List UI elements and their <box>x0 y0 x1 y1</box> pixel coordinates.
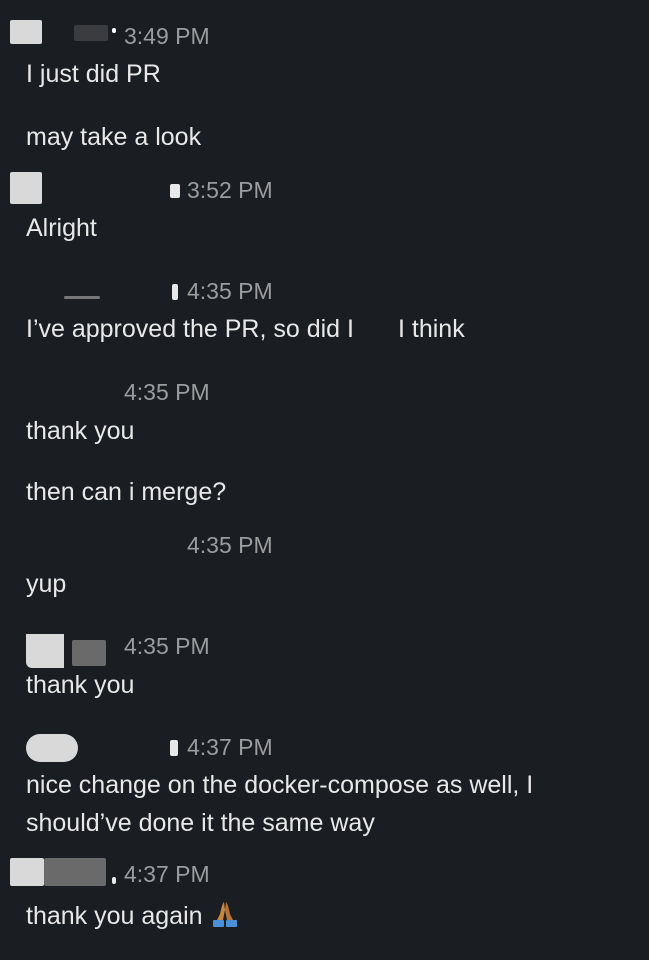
sender-name-redacted <box>74 25 108 41</box>
redaction-mark <box>170 184 180 198</box>
avatar-redacted <box>26 634 64 668</box>
message-text: thank you <box>26 417 135 445</box>
redaction-mark <box>172 284 178 300</box>
message-timestamp[interactable]: 3:49 PM <box>124 21 210 51</box>
message-line: thank you again <box>26 902 203 930</box>
message-text: then can i merge? <box>26 478 227 506</box>
message-text: yup <box>26 570 67 598</box>
avatar-redacted <box>10 172 42 204</box>
avatar-redacted <box>10 858 44 886</box>
avatar-redacted <box>26 734 78 762</box>
message-timestamp[interactable]: 4:35 PM <box>187 276 273 306</box>
message-text: thank you <box>26 671 135 699</box>
sender-name-redacted <box>72 640 106 666</box>
redaction-mark <box>112 877 116 884</box>
message-timestamp[interactable]: 4:35 PM <box>124 631 210 661</box>
redaction-mark <box>112 28 116 33</box>
sender-name-redacted <box>44 858 106 886</box>
mention-redacted <box>355 316 393 342</box>
chat-thread: 3:49 PM I just did PR may take a look 3:… <box>0 0 649 960</box>
message-text: Alright <box>26 214 97 242</box>
sender-name-redacted <box>64 296 100 299</box>
folded-hands-icon[interactable] <box>209 900 241 928</box>
message-timestamp[interactable]: 4:35 PM <box>187 530 273 560</box>
message-timestamp[interactable]: 4:37 PM <box>187 732 273 762</box>
message-text: thank you again <box>26 900 241 931</box>
redaction-mark <box>170 740 178 756</box>
message-text: I just did PR <box>26 60 161 88</box>
message-timestamp[interactable]: 4:37 PM <box>124 859 210 889</box>
message-text: may take a look <box>26 123 202 151</box>
message-timestamp[interactable]: 3:52 PM <box>187 175 273 205</box>
message-text: I’ve approved the PR, so did I <box>26 315 354 343</box>
message-text: nice change on the docker-compose as wel… <box>26 771 534 837</box>
message-text: I think <box>398 315 465 343</box>
message-timestamp[interactable]: 4:35 PM <box>124 377 210 407</box>
avatar-redacted <box>10 20 42 44</box>
